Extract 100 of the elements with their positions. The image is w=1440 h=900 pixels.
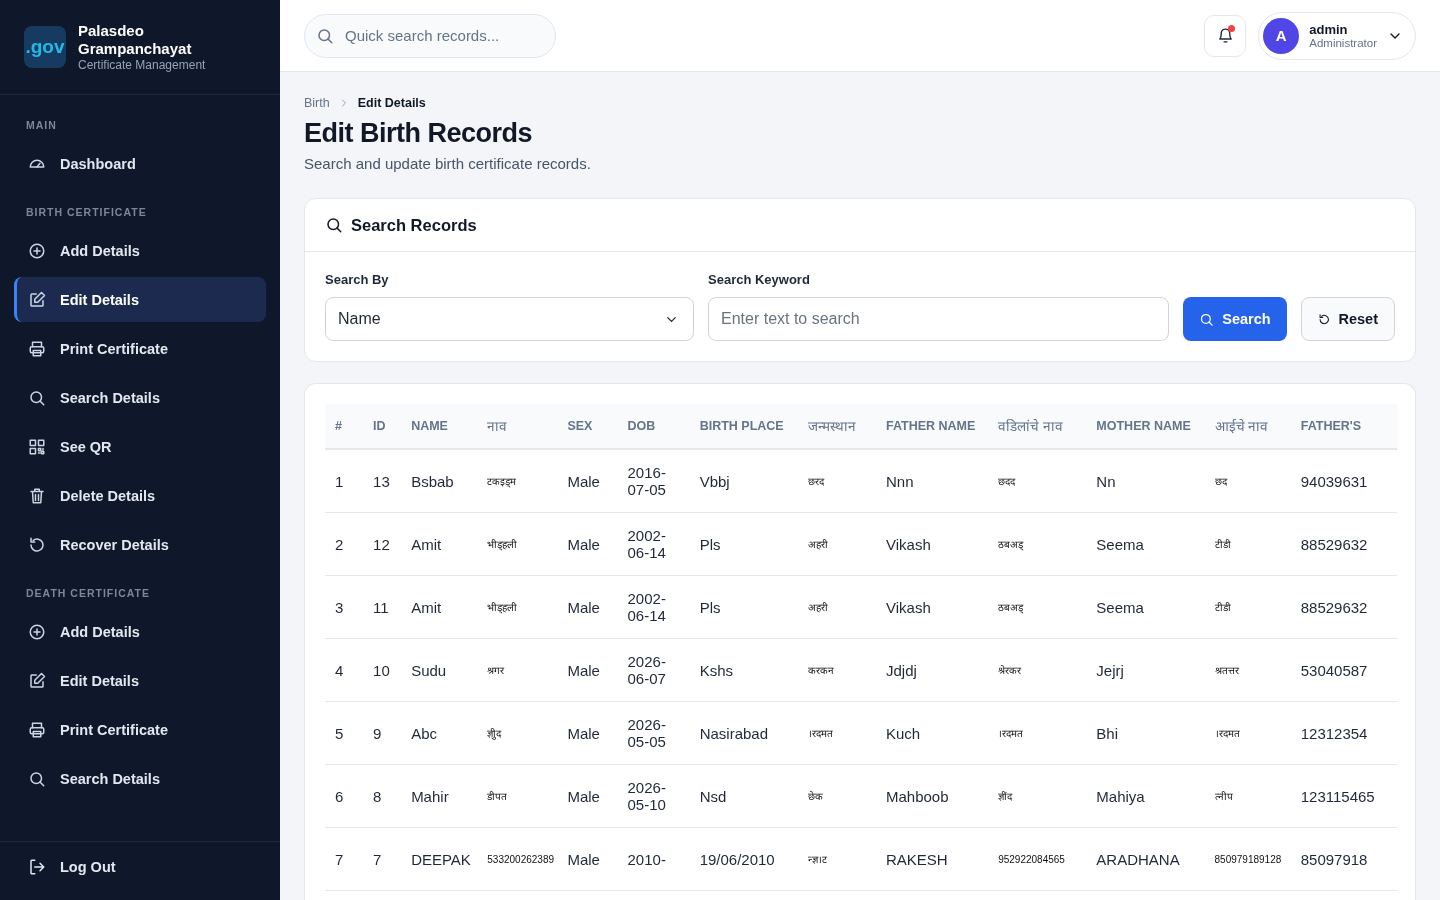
- sidebar-item[interactable]: Recover Details: [14, 522, 266, 567]
- table-cell: Sudu: [411, 661, 447, 679]
- sidebar-item[interactable]: Add Details: [14, 228, 266, 273]
- table-cell: ठबअड्: [998, 602, 1024, 613]
- table-cell: 7: [373, 850, 382, 868]
- table-cell: Vikash: [885, 598, 931, 616]
- logo: .gov: [24, 26, 66, 68]
- table-cell: Seema: [1096, 535, 1144, 553]
- sidebar-item[interactable]: Add Details: [14, 609, 266, 654]
- table-cell: 13: [373, 472, 390, 490]
- page-title: Edit Birth Records: [304, 118, 534, 149]
- notification-button[interactable]: [1204, 14, 1247, 57]
- table-cell: Abc: [411, 724, 437, 742]
- table-cell: ठबअड्: [998, 539, 1024, 550]
- table-cell: ज्ञीुद: [487, 728, 502, 739]
- logout-icon: [28, 858, 46, 876]
- search-by-dropdown[interactable]: Name: [325, 297, 694, 341]
- table-cell: Jdjdj: [885, 661, 917, 679]
- table-cell: DEEPAK: [411, 850, 471, 868]
- table-cell: 8: [373, 787, 382, 805]
- table-cell: 2026-06-07: [627, 653, 666, 687]
- table-cell: Nn: [1096, 472, 1116, 490]
- table-cell: ।रदमत: [1214, 728, 1240, 739]
- sidebar-item[interactable]: Search Details: [14, 756, 266, 801]
- search-field[interactable]: Quick search records...: [304, 13, 556, 58]
- table-cell: Seema: [1096, 598, 1144, 616]
- table-cell: 85097918: [1300, 850, 1368, 868]
- table-cell: 53040587: [1300, 661, 1368, 679]
- sidebar-item[interactable]: Edit Details: [14, 658, 266, 703]
- logout-link[interactable]: Log Out: [28, 858, 252, 876]
- table-cell: 19/06/2010: [699, 850, 775, 868]
- table-cell: ज्ञींद: [998, 791, 1013, 802]
- table-cell: Male: [567, 850, 600, 868]
- table-cell: Nsd: [699, 787, 727, 805]
- table-cell: 3: [335, 598, 344, 616]
- table-cell: ।रदमत: [807, 728, 833, 739]
- table-cell: 952922084565: [998, 853, 1065, 865]
- edit-icon: [28, 290, 46, 309]
- sidebar-item[interactable]: See QR: [14, 424, 266, 469]
- table-cell: टीडी: [1214, 602, 1231, 613]
- reset-button[interactable]: Reset: [1301, 297, 1395, 341]
- table-cell: 1: [335, 472, 344, 490]
- sidebar-item[interactable]: Print Certificate: [14, 326, 266, 371]
- column-header: MOTHER NAME: [1086, 404, 1205, 449]
- table-cell: अहरी: [807, 539, 828, 550]
- table-cell: श्रतत्तर: [1214, 665, 1239, 676]
- table-cell: Jejrj: [1096, 661, 1124, 679]
- table-cell: Bsbab: [411, 472, 454, 490]
- column-header: ID: [363, 404, 402, 449]
- column-header: BIRTH PLACE: [689, 404, 798, 449]
- column-header: जन्मस्थान: [797, 404, 876, 449]
- avatar: A: [1263, 17, 1300, 54]
- table-cell: 2002-06-14: [627, 590, 666, 624]
- app-title: Palasdeo Grampanchayat: [78, 22, 193, 58]
- search-icon: [28, 769, 46, 788]
- table-cell: Amit: [411, 535, 442, 553]
- search-icon: [28, 388, 46, 407]
- table-cell: 9: [373, 724, 382, 742]
- rotate-icon: [1318, 311, 1331, 327]
- table-cell: 850979189128: [1214, 853, 1282, 865]
- table-cell: Bhi: [1096, 724, 1119, 742]
- field-label: Search Keyword: [708, 272, 811, 287]
- table-cell: Nasirabad: [699, 724, 768, 742]
- search-icon: [316, 26, 334, 45]
- table-cell: 2: [335, 535, 344, 553]
- table-cell: त्नीप: [1214, 791, 1233, 802]
- sidebar-item[interactable]: Print Certificate: [14, 707, 266, 752]
- app-subtitle: Certificate Management: [78, 58, 207, 72]
- table-cell: 88529632: [1300, 535, 1368, 553]
- user-role: Administrator: [1309, 37, 1377, 49]
- table-cell: Vikash: [885, 535, 931, 553]
- sidebar-item[interactable]: Search Details: [14, 375, 266, 420]
- table-cell: 5: [335, 724, 344, 742]
- printer-icon: [28, 720, 46, 739]
- search-button[interactable]: Search: [1183, 297, 1287, 341]
- table-cell: Pls: [699, 598, 721, 616]
- table-cell: करकन: [807, 665, 834, 676]
- rotate-icon: [28, 535, 46, 554]
- plus-circle-icon: [28, 241, 46, 260]
- table-cell: Vbbj: [699, 472, 730, 490]
- keyword-field[interactable]: Enter text to search: [708, 297, 1169, 341]
- table-cell: ARADHANA: [1096, 850, 1180, 868]
- table-cell: छरद: [807, 476, 824, 487]
- table-cell: Male: [567, 787, 600, 805]
- sidebar-item[interactable]: Delete Details: [14, 473, 266, 518]
- sidebar-item[interactable]: Edit Details: [14, 277, 266, 322]
- sidebar-item[interactable]: Dashboard: [14, 141, 266, 186]
- user-name: admin: [1309, 22, 1349, 37]
- qr-code-icon: [28, 437, 46, 456]
- breadcrumb-item[interactable]: Birth: [304, 96, 330, 110]
- table-cell: 2016-07-05: [627, 464, 666, 498]
- table-cell: RAKESH: [885, 850, 948, 868]
- search-icon: [325, 216, 343, 234]
- edit-icon: [28, 671, 46, 690]
- table-cell: टकइड्म: [487, 476, 517, 487]
- table-cell: श्रेरकर: [998, 665, 1022, 676]
- table-cell: 2026-05-10: [627, 779, 666, 813]
- table-cell: Kshs: [699, 661, 733, 679]
- table-cell: न्ज्ञ।ट: [807, 854, 827, 865]
- section-heading: BIRTH CERTIFICATE: [25, 205, 148, 220]
